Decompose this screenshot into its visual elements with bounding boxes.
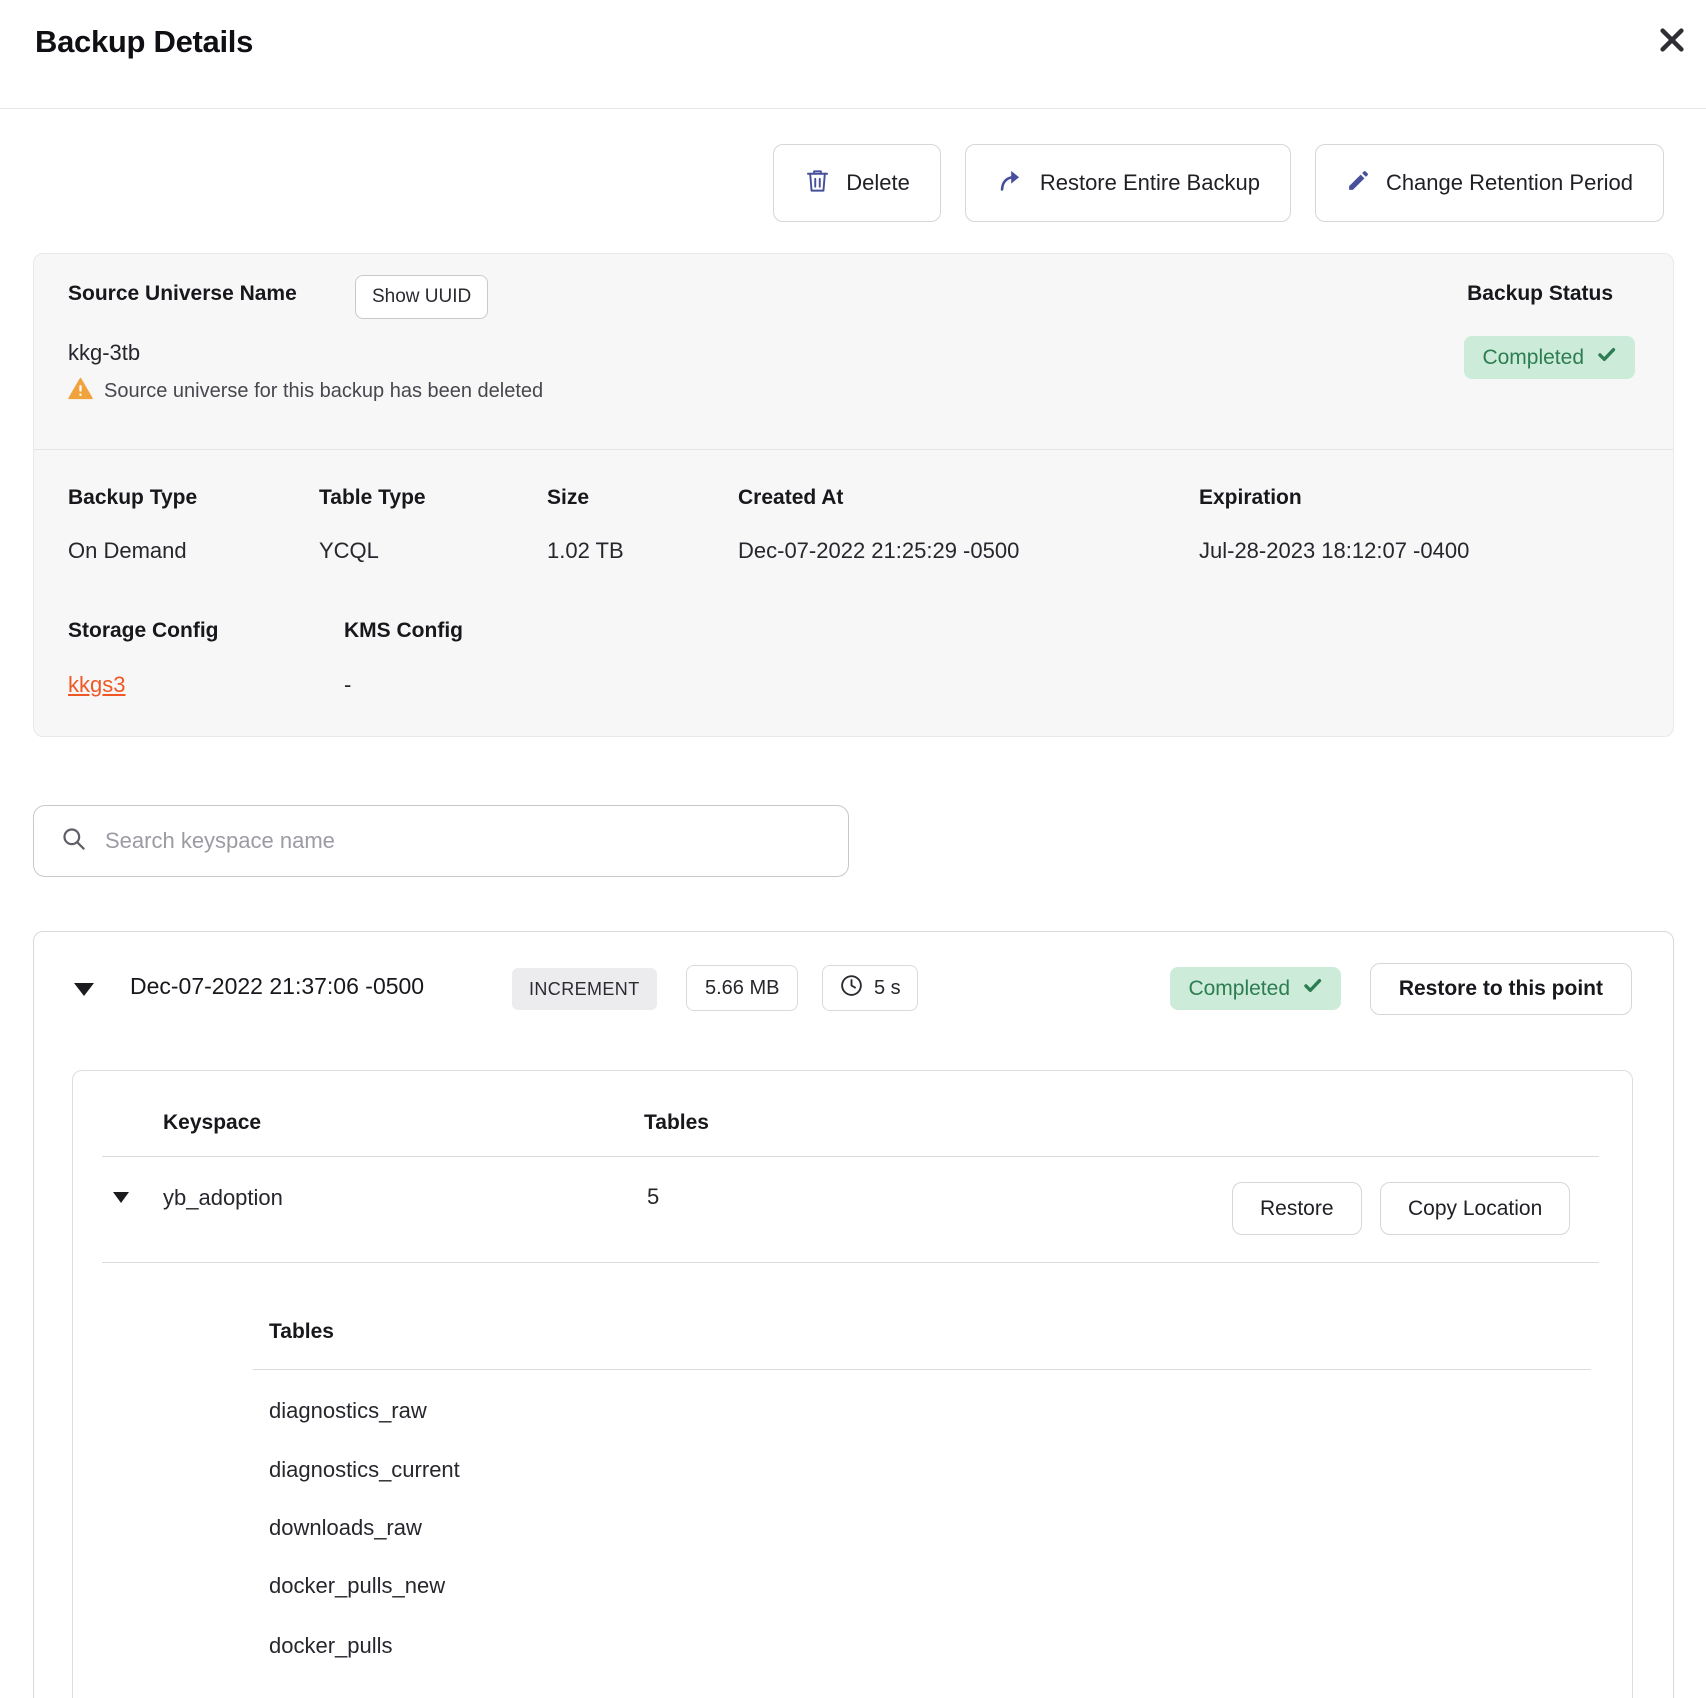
universe-name-value: kkg-3tb — [68, 340, 140, 366]
keyspace-tables-count: 5 — [647, 1184, 659, 1210]
restore-arrow-icon — [996, 167, 1025, 200]
increment-timestamp: Dec-07-2022 21:37:06 -0500 — [130, 973, 424, 1000]
keyspace-expand-caret-icon[interactable] — [113, 1192, 129, 1203]
keyspace-search-box[interactable] — [33, 805, 849, 877]
table-list-item: diagnostics_current — [269, 1457, 460, 1483]
tables-column-header: Tables — [644, 1111, 709, 1135]
check-icon — [1302, 975, 1323, 1002]
size-label: Size — [547, 486, 589, 510]
increment-status-badge: Completed — [1170, 967, 1341, 1010]
keyspace-row-divider — [102, 1262, 1599, 1263]
table-list-item: diagnostics_raw — [269, 1398, 427, 1424]
expiration-value: Jul-28-2023 18:12:07 -0400 — [1199, 538, 1469, 564]
trash-icon — [804, 167, 831, 200]
delete-button[interactable]: Delete — [773, 144, 941, 222]
backup-status-text: Completed — [1482, 346, 1584, 370]
show-uuid-button[interactable]: Show UUID — [355, 275, 488, 319]
action-toolbar: Delete Restore Entire Backup Change Rete… — [773, 144, 1664, 222]
table-type-label: Table Type — [319, 486, 426, 510]
copy-location-button[interactable]: Copy Location — [1380, 1182, 1570, 1235]
change-retention-period-button[interactable]: Change Retention Period — [1315, 144, 1664, 222]
page-title: Backup Details — [35, 24, 253, 60]
backup-status-badge: Completed — [1464, 336, 1635, 379]
created-at-label: Created At — [738, 486, 843, 510]
tables-section-divider — [253, 1369, 1591, 1370]
panel-divider — [34, 449, 1673, 450]
expiration-label: Expiration — [1199, 486, 1302, 510]
source-universe-name-label: Source Universe Name — [68, 282, 297, 306]
keyspace-table: Keyspace Tables yb_adoption 5 Restore Co… — [72, 1070, 1633, 1698]
kms-config-value: - — [344, 672, 351, 698]
warning-text: Source universe for this backup has been… — [104, 380, 543, 403]
increment-duration-badge: 5 s — [822, 965, 918, 1011]
backup-increment-card: Dec-07-2022 21:37:06 -0500 INCREMENT 5.6… — [33, 931, 1674, 1698]
table-list-item: docker_pulls — [269, 1633, 393, 1659]
table-list-item: downloads_raw — [269, 1515, 422, 1541]
delete-button-label: Delete — [846, 170, 910, 196]
tables-section-header: Tables — [269, 1320, 334, 1344]
restore-entire-backup-button[interactable]: Restore Entire Backup — [965, 144, 1291, 222]
backup-summary-panel: Source Universe Name Show UUID Backup St… — [33, 253, 1674, 737]
increment-size-badge: 5.66 MB — [686, 965, 798, 1011]
change-retention-period-label: Change Retention Period — [1386, 170, 1633, 196]
table-list-item: docker_pulls_new — [269, 1573, 445, 1599]
clock-icon — [839, 973, 864, 1004]
increment-expand-caret-icon[interactable] — [74, 983, 94, 996]
header-divider — [0, 108, 1706, 109]
search-icon — [60, 825, 87, 857]
increment-status-text: Completed — [1188, 977, 1290, 1001]
check-icon — [1596, 344, 1617, 371]
keyspace-name: yb_adoption — [163, 1185, 283, 1211]
universe-deleted-warning: Source universe for this backup has been… — [68, 377, 543, 406]
increment-type-badge: INCREMENT — [512, 968, 657, 1010]
close-button[interactable] — [1650, 20, 1694, 64]
close-icon — [1656, 24, 1688, 61]
created-at-value: Dec-07-2022 21:25:29 -0500 — [738, 538, 1019, 564]
restore-entire-backup-label: Restore Entire Backup — [1040, 170, 1260, 196]
storage-config-link[interactable]: kkgs3 — [68, 672, 125, 697]
restore-to-this-point-button[interactable]: Restore to this point — [1370, 963, 1632, 1015]
search-input[interactable] — [105, 828, 822, 854]
kms-config-label: KMS Config — [344, 619, 463, 643]
storage-config-label: Storage Config — [68, 619, 219, 643]
table-header-divider — [102, 1156, 1599, 1157]
backup-type-label: Backup Type — [68, 486, 197, 510]
keyspace-column-header: Keyspace — [163, 1111, 261, 1135]
keyspace-restore-button[interactable]: Restore — [1232, 1182, 1362, 1235]
backup-type-value: On Demand — [68, 538, 187, 564]
warning-triangle-icon — [68, 377, 93, 406]
size-value: 1.02 TB — [547, 538, 624, 564]
pencil-icon — [1346, 168, 1371, 199]
duration-text: 5 s — [874, 977, 901, 1000]
backup-status-label: Backup Status — [1467, 282, 1613, 306]
table-type-value: YCQL — [319, 538, 379, 564]
